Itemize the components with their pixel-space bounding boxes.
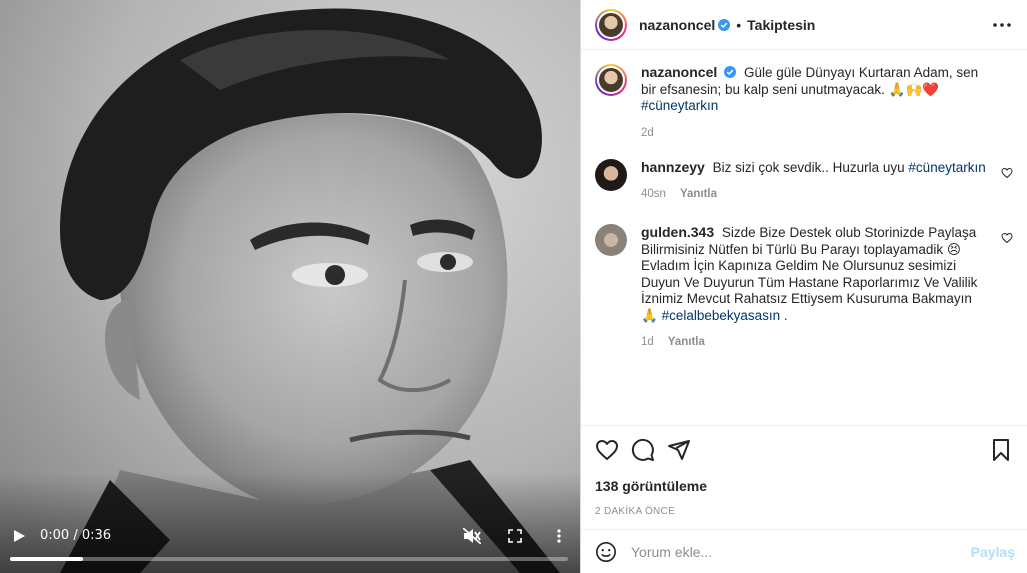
instagram-post-modal: 0:00 / 0:36 nazanoncel • Takiptesin naza… xyxy=(0,0,1027,573)
following-status[interactable]: Takiptesin xyxy=(747,17,815,33)
muted-icon xyxy=(463,528,481,544)
caption-avatar[interactable] xyxy=(595,64,627,96)
play-icon xyxy=(14,530,25,542)
commenter-avatar[interactable] xyxy=(595,158,627,191)
comment-text: Biz sizi çok sevdik.. Huzurla uyu xyxy=(712,159,905,175)
comment-hashtag[interactable]: #celalbebekyasasın xyxy=(662,308,781,323)
add-comment-bar: Paylaş xyxy=(581,529,1027,573)
view-count[interactable]: 138 görüntüleme xyxy=(595,478,1013,494)
separator-dot: • xyxy=(736,16,742,33)
caption-hashtag[interactable]: #cüneytarkın xyxy=(641,98,718,113)
video-more-button[interactable] xyxy=(548,525,570,547)
share-icon[interactable] xyxy=(667,438,691,462)
comment-age[interactable]: 1d xyxy=(641,336,654,348)
video-controls: 0:00 / 0:36 xyxy=(0,513,580,573)
comment-suffix: . xyxy=(780,307,788,323)
reply-button[interactable]: Yanıtla xyxy=(680,188,717,200)
post-timestamp[interactable]: 2 DAKİKA ÖNCE xyxy=(595,506,1013,517)
post-video[interactable]: 0:00 / 0:36 xyxy=(0,0,580,573)
commenter-avatar[interactable] xyxy=(595,224,627,256)
fullscreen-button[interactable] xyxy=(504,525,526,547)
mute-button[interactable] xyxy=(460,525,484,547)
commenter-username[interactable]: hannzeyy xyxy=(641,159,705,175)
heart-icon[interactable] xyxy=(595,438,619,462)
video-progress-bar[interactable] xyxy=(10,557,568,561)
video-time: 0:00 / 0:36 xyxy=(40,528,112,543)
emoji-icon[interactable] xyxy=(595,541,617,563)
verified-badge-icon xyxy=(718,18,731,31)
video-progress-fill xyxy=(10,557,83,561)
author-username[interactable]: nazanoncel xyxy=(639,17,715,33)
post-sidebar: nazanoncel • Takiptesin nazanoncel Güle … xyxy=(580,0,1027,573)
comments-list[interactable]: nazanoncel Güle güle Dünyayı Kurtaran Ad… xyxy=(581,50,1027,425)
comment-item: hannzeyy Biz sizi çok sevdik.. Huzurla u… xyxy=(595,158,1013,200)
play-button[interactable] xyxy=(8,525,30,547)
post-header: nazanoncel • Takiptesin xyxy=(581,0,1027,50)
comment-input[interactable] xyxy=(631,543,971,560)
options-more-icon[interactable] xyxy=(991,14,1013,36)
author-avatar[interactable] xyxy=(595,8,627,41)
comment-hashtag[interactable]: #cüneytarkın xyxy=(908,160,985,175)
like-comment-heart-icon[interactable] xyxy=(1001,232,1013,244)
caption-age[interactable]: 2d xyxy=(641,127,654,139)
bookmark-icon[interactable] xyxy=(989,438,1013,462)
post-comment-button[interactable]: Paylaş xyxy=(971,544,1015,560)
commenter-username[interactable]: gulden.343 xyxy=(641,224,714,240)
comment-item: gulden.343 Sizde Bize Destek olub Storin… xyxy=(595,224,1013,348)
comment-icon[interactable] xyxy=(631,438,655,462)
like-comment-heart-icon[interactable] xyxy=(1001,167,1013,179)
action-bar xyxy=(595,436,1013,464)
reply-button[interactable]: Yanıtla xyxy=(668,336,705,348)
caption-username[interactable]: nazanoncel xyxy=(641,64,717,80)
comment-age[interactable]: 40sn xyxy=(641,188,666,200)
fullscreen-icon xyxy=(508,529,522,543)
post-actions: 138 görüntüleme 2 DAKİKA ÖNCE xyxy=(581,425,1027,517)
verified-badge-icon xyxy=(724,66,737,78)
more-icon xyxy=(557,529,561,543)
post-caption: nazanoncel Güle güle Dünyayı Kurtaran Ad… xyxy=(595,64,1013,139)
